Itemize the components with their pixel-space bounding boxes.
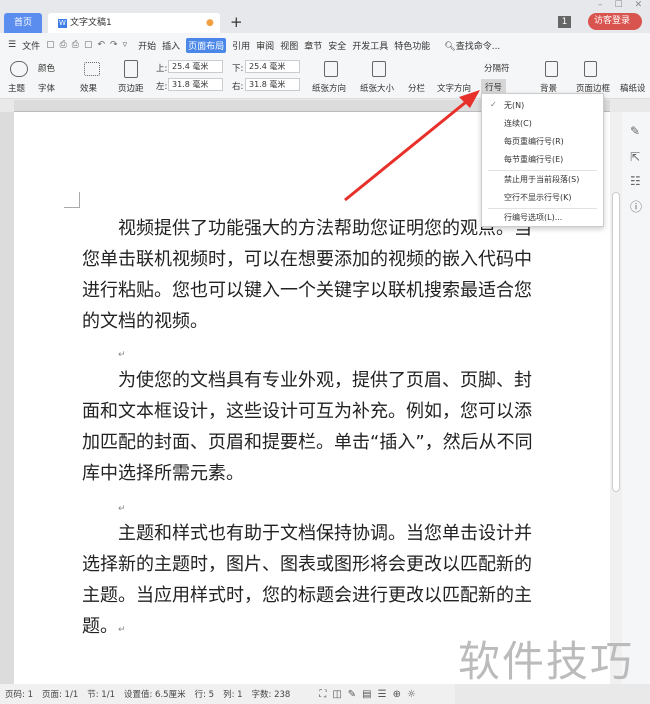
status-setting: 设置值: 6.5厘米 bbox=[123, 690, 186, 700]
view-mode-icons[interactable]: ⛶◫✎▤☰⊕☼ bbox=[319, 689, 422, 700]
status-words[interactable]: 字数: 238 bbox=[252, 688, 291, 700]
status-section: 节: 1/1 bbox=[87, 690, 115, 700]
red-arrow-annotation bbox=[344, 90, 480, 202]
watermark: 软件技巧 bbox=[458, 637, 635, 686]
status-page: 页码: 1 bbox=[5, 690, 33, 700]
status-row: 行: 5 bbox=[194, 690, 215, 700]
status-pages: 页面: 1/1 bbox=[41, 690, 79, 700]
status-bar: 页码: 1 页面: 1/1 节: 1/1 设置值: 6.5厘米 行: 5 列: … bbox=[0, 684, 455, 704]
status-col: 列: 1 bbox=[223, 690, 243, 700]
